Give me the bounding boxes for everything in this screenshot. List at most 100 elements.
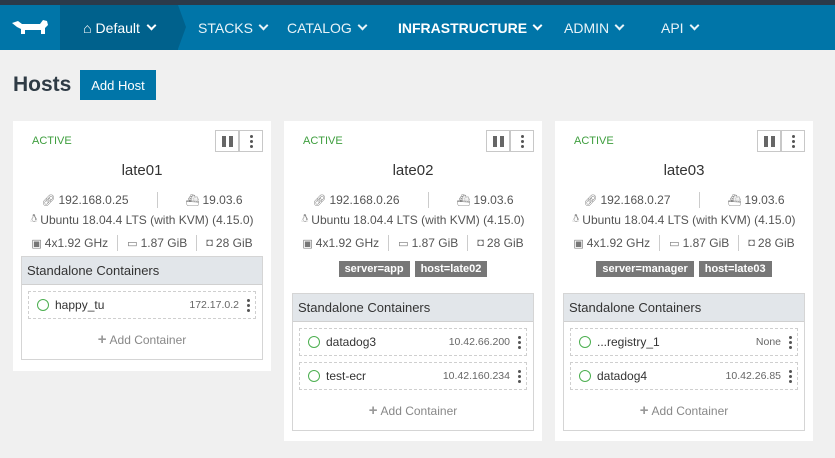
section-title: Standalone Containers [293,294,533,322]
docker-icon: ⛴︎ [727,194,742,207]
nav-stacks-label: STACKS [198,19,253,36]
container-ip: 172.17.0.2 [189,299,239,311]
container-state-icon [579,336,591,348]
add-host-button[interactable]: Add Host [80,70,156,100]
container-state-icon [37,299,49,311]
docker-version: 19.03.6 [744,193,785,207]
add-container-label: Add Container [109,333,187,347]
container-menu-icon[interactable] [247,299,250,312]
linux-icon: 🐧︎ [30,213,38,225]
host-network-row: 🔗︎ 192.168.0.26 ⛴︎ 19.03.6 [284,192,542,208]
host-menu-button[interactable] [781,130,805,152]
host-name[interactable]: late01 [13,162,271,179]
container-row[interactable]: ...registry_1 None [570,328,798,356]
pause-button[interactable] [757,130,781,152]
environment-switcher[interactable]: ⌂ Default [60,5,186,50]
container-ip: 10.42.160.234 [442,370,510,382]
container-name[interactable]: ...registry_1 [597,335,756,349]
section-title: Standalone Containers [22,257,262,285]
host-state: ACTIVE [32,135,72,147]
add-container-button[interactable]: + Add Container [293,402,533,419]
chevron-down-icon [357,20,368,31]
container-menu-icon[interactable] [789,336,792,349]
nav-stacks[interactable]: STACKS [198,5,269,50]
nav-admin[interactable]: ADMIN [564,5,625,50]
host-os-row: 🐧︎ Ubuntu 18.04.4 LTS (with KVM) (4.15.0) [284,213,542,227]
host-name[interactable]: late03 [555,162,813,179]
host-disk: 28 GiB [486,236,524,250]
host-ip: 192.168.0.26 [329,193,400,207]
container-row[interactable]: test-ecr 10.42.160.234 [299,362,527,390]
standalone-containers: Standalone Containers datadog3 10.42.66.20… [292,293,534,431]
container-menu-icon[interactable] [518,370,521,383]
host-os: Ubuntu 18.04.4 LTS (with KVM) (4.15.0) [311,213,525,227]
container-name[interactable]: datadog4 [597,369,726,383]
container-row[interactable]: happy_tu 172.17.0.2 [28,291,256,319]
cpu-icon: ▣ [31,237,42,250]
host-disk: 28 GiB [757,236,795,250]
plus-icon: + [368,402,378,419]
host-name[interactable]: late02 [284,162,542,179]
container-name[interactable]: happy_tu [55,298,189,312]
host-label: server=manager [596,261,694,277]
main-nav: ⌂ Default STACKS CATALOG INFRASTRUCTURE … [0,5,835,50]
nav-infrastructure[interactable]: INFRASTRUCTURE [398,5,543,50]
container-menu-icon[interactable] [789,370,792,383]
memory-icon: ▭ [669,237,680,250]
plus-icon: + [639,402,649,419]
section-title: Standalone Containers [564,294,804,322]
host-label: server=app [338,261,410,277]
link-icon: 🔗︎ [41,194,56,207]
nav-infrastructure-label: INFRASTRUCTURE [398,19,528,36]
nav-api-label: API [661,19,684,36]
container-row[interactable]: datadog4 10.42.26.85 [570,362,798,390]
container-state-icon [579,370,591,382]
host-labels: server=app host=late02 [284,261,542,277]
host-memory: 1.87 GiB [411,236,459,250]
host-memory: 1.87 GiB [682,236,730,250]
chevron-down-icon [146,20,157,31]
container-state-icon [308,370,320,382]
container-name[interactable]: test-ecr [326,369,443,383]
nav-api[interactable]: API [661,5,700,50]
kebab-icon [249,134,253,148]
host-network-row: 🔗︎ 192.168.0.27 ⛴︎ 19.03.6 [555,192,813,208]
host-disk: 28 GiB [215,236,253,250]
chevron-down-icon [689,20,700,31]
docker-version: 19.03.6 [202,193,243,207]
host-card: ACTIVE late01 🔗︎ 192.168.0.25 ⛴︎ 19.03.6 🐧︎ Ubu… [13,121,271,371]
host-os-row: 🐧︎ Ubuntu 18.04.4 LTS (with KVM) (4.15.0) [555,213,813,227]
host-os-row: 🐧︎ Ubuntu 18.04.4 LTS (with KVM) (4.15.0) [13,213,271,227]
cpu-icon: ▣ [573,237,584,250]
host-cpu: 4x1.92 GHz [315,236,380,250]
docker-icon: ⛴︎ [456,194,471,207]
host-labels: server=manager host=late03 [555,261,813,277]
host-network-row: 🔗︎ 192.168.0.25 ⛴︎ 19.03.6 [13,192,271,208]
add-container-button[interactable]: + Add Container [22,332,262,347]
pause-icon [221,135,233,147]
chevron-down-icon [258,20,269,31]
memory-icon: ▭ [398,237,409,250]
nav-catalog[interactable]: CATALOG [287,5,368,50]
docker-icon: ⛴︎ [185,194,200,207]
pause-button[interactable] [486,130,510,152]
disk-icon: ◘ [206,237,213,249]
container-menu-icon[interactable] [518,336,521,349]
host-resources-row: ▣ 4x1.92 GHz ▭ 1.87 GiB ◘ 28 GiB [555,235,813,251]
rancher-logo[interactable] [0,5,60,50]
host-ip: 192.168.0.27 [600,193,671,207]
container-name[interactable]: datadog3 [326,335,449,349]
host-menu-button[interactable] [510,130,534,152]
chevron-down-icon [614,20,625,31]
container-row[interactable]: datadog3 10.42.66.200 [299,328,527,356]
pause-button[interactable] [215,130,239,152]
container-state-icon [308,336,320,348]
host-os: Ubuntu 18.04.4 LTS (with KVM) (4.15.0) [582,213,796,227]
disk-icon: ◘ [477,237,484,249]
host-card: ACTIVE late03 🔗︎ 192.168.0.27 ⛴︎ 19.03.6 🐧︎ Ubu… [555,121,813,441]
disk-icon: ◘ [748,237,755,249]
linux-icon: 🐧︎ [301,213,309,225]
host-menu-button[interactable] [239,130,263,152]
container-ip: 10.42.26.85 [725,370,781,382]
add-container-button[interactable]: + Add Container [564,402,804,419]
